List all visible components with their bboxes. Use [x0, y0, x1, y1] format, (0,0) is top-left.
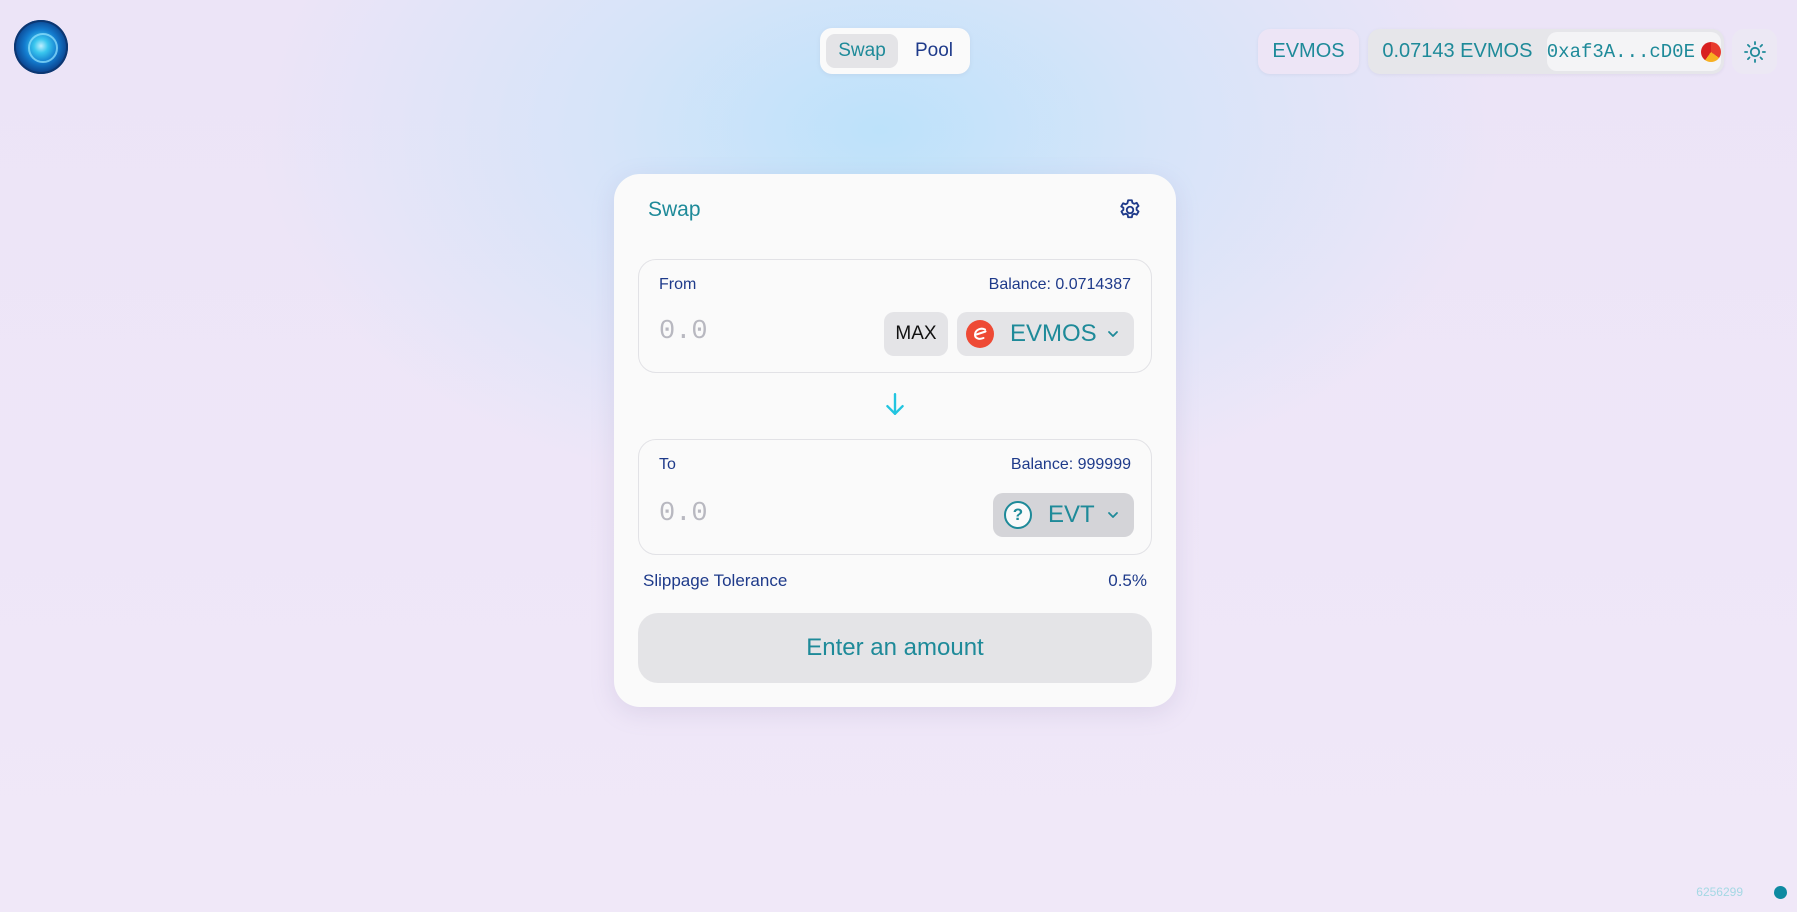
- from-token-name: EVMOS: [1010, 320, 1097, 347]
- slippage-label: Slippage Tolerance: [643, 571, 788, 590]
- app-logo[interactable]: [14, 20, 68, 74]
- from-balance: Balance: 0.0714387: [988, 276, 1131, 293]
- to-label: To: [659, 456, 676, 473]
- wallet-widget: 0.07143 EVMOS 0xaf3A...cD0E: [1368, 29, 1724, 74]
- wallet-address-button[interactable]: 0xaf3A...cD0E: [1546, 32, 1721, 71]
- tab-swap[interactable]: Swap: [826, 34, 898, 68]
- enter-amount-button[interactable]: Enter an amount: [638, 613, 1152, 683]
- from-panel: From Balance: 0.0714387 MAX EVMOS: [638, 259, 1152, 373]
- unknown-token-icon: ?: [1004, 501, 1032, 529]
- to-amount-input[interactable]: [659, 494, 859, 534]
- theme-toggle-button[interactable]: [1732, 29, 1777, 74]
- account-avatar: [1701, 41, 1721, 62]
- gear-icon: [1120, 199, 1140, 219]
- swap-title: Swap: [648, 198, 701, 221]
- nav-toggle: Swap Pool: [820, 28, 970, 74]
- tab-pool[interactable]: Pool: [904, 34, 964, 68]
- network-status-dot: [1774, 886, 1787, 899]
- from-amount-input[interactable]: [659, 312, 859, 352]
- arrow-down-icon: [886, 393, 904, 415]
- swap-card: Swap From Balance: 0.0714387 MAX EVMOS: [614, 174, 1176, 707]
- from-token-select[interactable]: EVMOS: [957, 312, 1134, 356]
- to-panel: To Balance: 999999 ? EVT: [638, 439, 1152, 555]
- switch-tokens-button[interactable]: [881, 390, 909, 418]
- chevron-down-icon: [1108, 331, 1118, 337]
- sun-icon: [1743, 40, 1766, 63]
- max-button[interactable]: MAX: [884, 312, 948, 356]
- to-balance: Balance: 999999: [1010, 456, 1131, 473]
- settings-button[interactable]: [1116, 196, 1144, 224]
- chevron-down-icon: [1108, 512, 1118, 518]
- to-token-select[interactable]: ? EVT: [993, 493, 1134, 537]
- network-button[interactable]: EVMOS: [1258, 29, 1359, 74]
- slippage-value[interactable]: 0.5%: [1108, 571, 1147, 591]
- from-label: From: [659, 276, 697, 293]
- wallet-address: 0xaf3A...cD0E: [1546, 40, 1695, 63]
- to-token-name: EVT: [1048, 501, 1095, 528]
- evmos-token-icon: [966, 320, 994, 348]
- block-number: 6256299: [1696, 885, 1743, 899]
- wallet-balance: 0.07143 EVMOS: [1382, 40, 1533, 62]
